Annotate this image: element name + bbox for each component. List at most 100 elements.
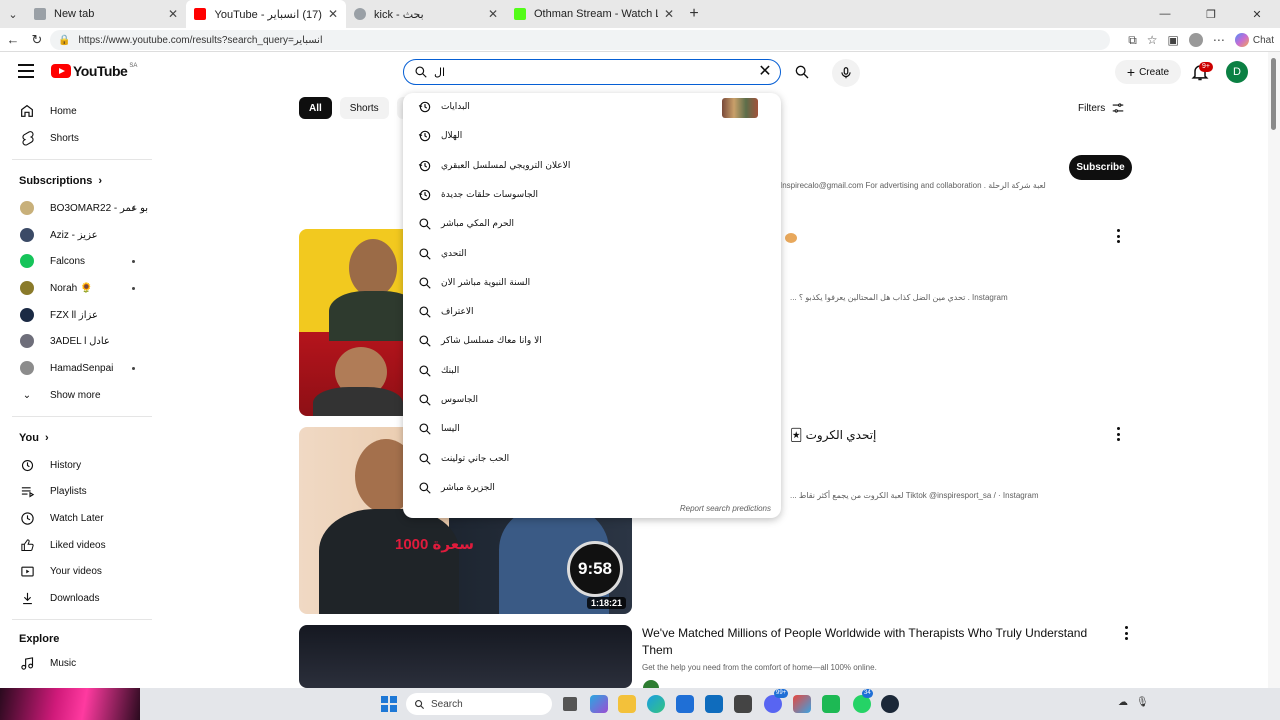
- user-avatar[interactable]: D: [1226, 61, 1248, 83]
- filters-icon: [1112, 103, 1124, 113]
- create-button[interactable]: + Create: [1115, 60, 1181, 84]
- sidebar-subscription-item[interactable]: FZX ll عزاز: [0, 302, 156, 328]
- outlook-icon[interactable]: [705, 695, 723, 713]
- sidebar-item-watch-later[interactable]: Watch Later: [0, 505, 156, 531]
- search-suggestion[interactable]: الجاسوسات حلقات جديدة: [403, 181, 781, 209]
- copilot-chat-button[interactable]: Chat: [1234, 33, 1274, 47]
- file-explorer-icon[interactable]: [618, 695, 636, 713]
- sidebar-item-playlists[interactable]: Playlists: [0, 478, 156, 504]
- microphone-icon: [841, 67, 851, 79]
- sidebar-item-shorts[interactable]: Shorts: [0, 125, 156, 151]
- subscriptions-heading[interactable]: Subscriptions ›: [19, 175, 102, 187]
- restore-icon[interactable]: ❐: [1188, 0, 1234, 28]
- search-suggestion[interactable]: الهلال: [403, 122, 781, 150]
- more-options-icon[interactable]: [1117, 427, 1121, 441]
- search-suggestion[interactable]: الحب جاني تولينت: [403, 445, 781, 473]
- widgets-icon[interactable]: [590, 695, 608, 713]
- microphone-icon[interactable]: 🎙: [1136, 697, 1149, 708]
- sidebar-subscription-item[interactable]: BO3OMAR22 - بو عمر: [0, 195, 156, 221]
- tab-kick-search[interactable]: kick - بحث ✕: [346, 0, 506, 28]
- sidebar-subscription-item[interactable]: Norah 🌻: [0, 275, 156, 301]
- sidebar-item-history[interactable]: History: [0, 452, 156, 478]
- sidebar-item-downloads[interactable]: Downloads: [0, 585, 156, 611]
- app-available-icon[interactable]: ⧉: [1128, 33, 1137, 48]
- search-suggestion[interactable]: الاعلان الترويجي لمسلسل العبقري: [403, 152, 781, 180]
- more-menu-icon[interactable]: ⋯: [1213, 33, 1225, 47]
- search-button[interactable]: [786, 59, 818, 85]
- sidebar-item-music[interactable]: Music: [0, 650, 156, 676]
- tab-actions-menu[interactable]: ⌄: [0, 0, 26, 28]
- youtube-favicon: [194, 8, 206, 20]
- video-title[interactable]: We've Matched Millions of People Worldwi…: [642, 625, 1102, 659]
- search-box[interactable]: ✕: [403, 59, 781, 85]
- filters-button[interactable]: Filters: [1078, 101, 1125, 115]
- windows-start-icon[interactable]: [381, 696, 397, 712]
- tab-close-icon[interactable]: ✕: [488, 7, 498, 21]
- onedrive-icon[interactable]: ☁: [1118, 697, 1128, 708]
- sidebar-subscription-item[interactable]: 3ADEL l عادل: [0, 328, 156, 354]
- menu-icon[interactable]: [18, 64, 34, 78]
- suggestion-text: الجزيرة مباشر: [441, 482, 495, 493]
- subscribe-button[interactable]: Subscribe: [1069, 155, 1132, 180]
- more-options-icon[interactable]: [1125, 626, 1129, 640]
- edge-browser-icon[interactable]: [647, 695, 665, 713]
- search-input[interactable]: [434, 64, 734, 80]
- clear-search-icon[interactable]: ✕: [756, 63, 774, 81]
- search-suggestion[interactable]: الاعتراف: [403, 298, 781, 326]
- chevron-right-icon: ›: [98, 175, 103, 187]
- emoji-icon: [785, 233, 797, 243]
- scrollbar-thumb[interactable]: [1271, 58, 1276, 130]
- you-heading[interactable]: You ›: [19, 432, 49, 444]
- sidebar-subscription-item[interactable]: Aziz - عزيز: [0, 222, 156, 248]
- history-icon: [418, 100, 432, 114]
- sidebar-subscription-item[interactable]: Falcons: [0, 248, 156, 274]
- tab-youtube[interactable]: (17) انسباير - YouTube ✕: [186, 0, 346, 28]
- sidebar-item-your-videos[interactable]: Your videos: [0, 558, 156, 584]
- app-icon[interactable]: [734, 695, 752, 713]
- youtube-logo[interactable]: YouTube SA: [51, 63, 137, 79]
- chip-shorts[interactable]: Shorts: [339, 97, 389, 119]
- task-view-icon[interactable]: [563, 697, 577, 711]
- more-options-icon[interactable]: [1117, 229, 1121, 243]
- profile-avatar[interactable]: [1188, 33, 1203, 47]
- search-suggestion[interactable]: الحرم المكي مباشر: [403, 210, 781, 238]
- tab-kick-stream[interactable]: Othman Stream - Watch Live on Kick ✕: [506, 0, 682, 28]
- sidebar-item-home[interactable]: Home: [0, 98, 156, 124]
- video-title[interactable]: إتحدي الكروت 🃏: [790, 427, 876, 444]
- tab-close-icon[interactable]: ✕: [168, 7, 178, 21]
- sidebar-item-liked-videos[interactable]: Liked videos: [0, 532, 156, 558]
- favorite-star-icon[interactable]: ☆: [1147, 33, 1158, 47]
- new-tab-button[interactable]: +: [682, 5, 706, 23]
- tab-close-icon[interactable]: ✕: [664, 7, 674, 21]
- tab-close-icon[interactable]: ✕: [328, 7, 338, 21]
- voice-search-button[interactable]: [832, 59, 860, 87]
- new-content-dot: [132, 206, 135, 210]
- back-icon[interactable]: ←: [1, 28, 25, 52]
- collections-icon[interactable]: ▣: [1168, 33, 1179, 47]
- app-icon[interactable]: [793, 695, 811, 713]
- search-suggestion[interactable]: البدايات: [403, 93, 781, 121]
- sidebar-subscription-item[interactable]: HamadSenpai: [0, 355, 156, 381]
- tab-new-tab[interactable]: New tab ✕: [26, 0, 186, 28]
- minimize-icon[interactable]: —: [1142, 0, 1188, 28]
- close-window-icon[interactable]: ✕: [1234, 0, 1280, 28]
- video-thumbnail[interactable]: [299, 625, 632, 688]
- search-suggestion[interactable]: البنك: [403, 357, 781, 385]
- page-scrollbar[interactable]: [1268, 52, 1280, 688]
- address-bar[interactable]: 🔒 https://www.youtube.com/results?search…: [50, 30, 1110, 50]
- report-predictions-link[interactable]: Report search predictions: [680, 504, 771, 513]
- search-suggestion[interactable]: الجزيرة مباشر: [403, 474, 781, 502]
- search-suggestion[interactable]: اليسا: [403, 415, 781, 443]
- search-suggestion[interactable]: الا وانا معاك مسلسل شاكر: [403, 327, 781, 355]
- taskbar-search[interactable]: Search: [406, 693, 552, 715]
- reload-icon[interactable]: ↻: [25, 28, 49, 52]
- channel-description: لعبة شركة الرحلة . Inspirecalo@gmail.com…: [780, 181, 1046, 190]
- store-icon[interactable]: [676, 695, 694, 713]
- search-suggestion[interactable]: التحدي: [403, 240, 781, 268]
- app-icon[interactable]: [822, 695, 840, 713]
- steam-icon[interactable]: [881, 695, 899, 713]
- show-more-button[interactable]: ⌄ Show more: [0, 382, 156, 408]
- search-suggestion[interactable]: الجاسوس: [403, 386, 781, 414]
- search-suggestion[interactable]: السنة النبوية مباشر الان: [403, 269, 781, 297]
- chip-all[interactable]: All: [299, 97, 332, 119]
